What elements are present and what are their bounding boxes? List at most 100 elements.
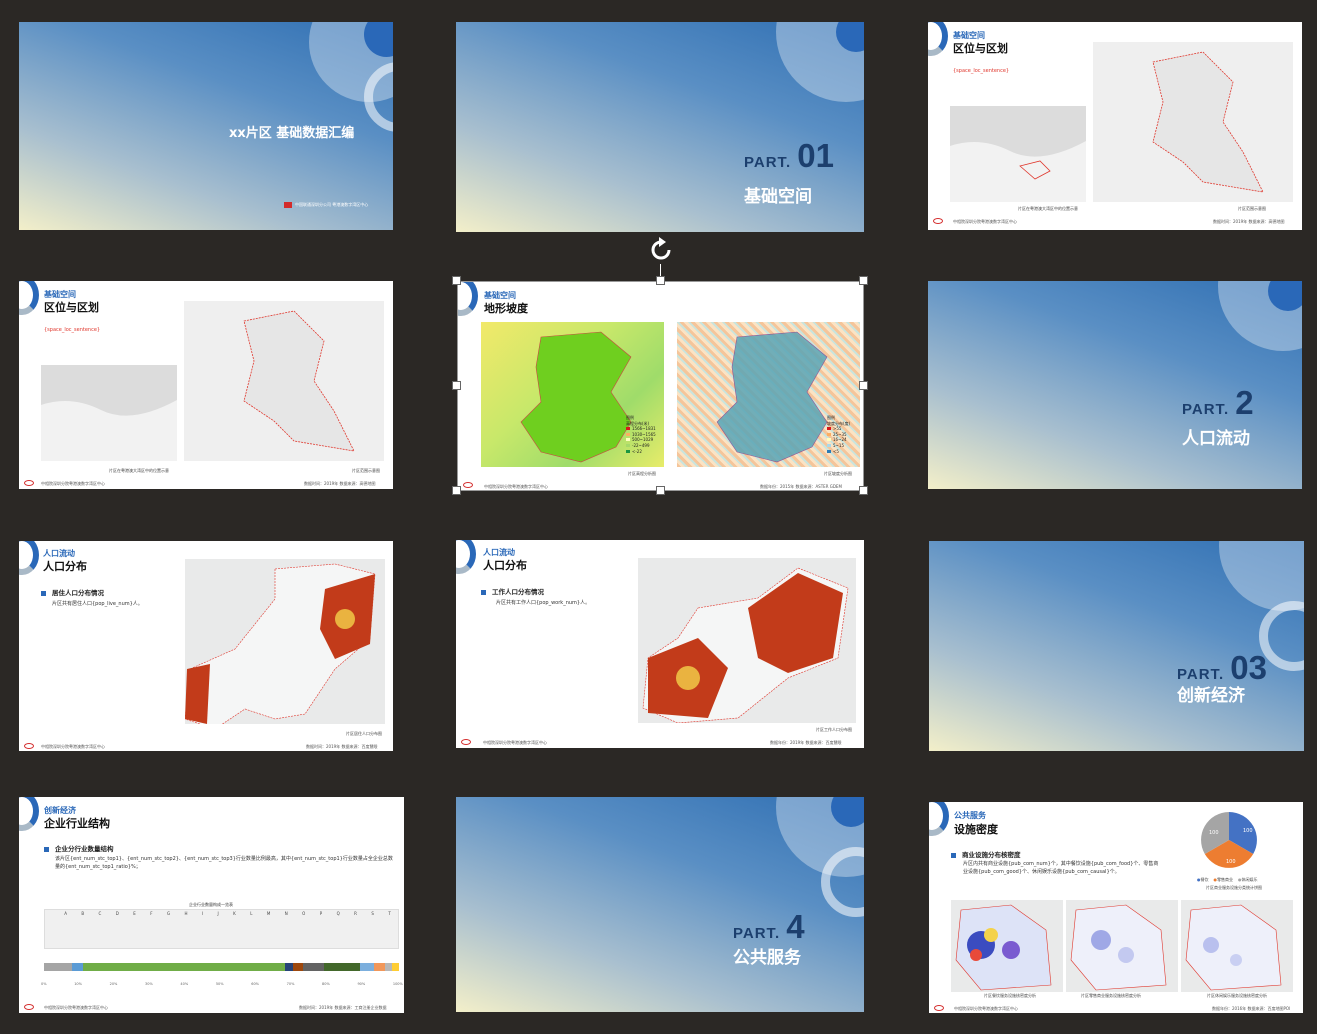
header-arc — [929, 802, 949, 836]
resize-handle-bc[interactable] — [656, 486, 665, 495]
axis-tick-label: 50% — [215, 982, 224, 986]
caption: 片区居住人口分布图 — [346, 731, 382, 736]
slide-3-thumbnail[interactable]: 基础空间 区位与区划 {space_loc_sentence} 片区在粤港澳大湾… — [928, 22, 1302, 230]
slide-12-thumbnail[interactable]: 公共服务 设施密度 商业设施分布核密度 片区内共有商业设施{pub_com_nu… — [929, 802, 1303, 1013]
header-arc — [19, 797, 39, 831]
footer-logo — [24, 480, 34, 486]
slide-10-thumbnail[interactable]: 创新经济 企业行业结构 企业分行业数量结构 该片区{ent_num_stc_to… — [19, 797, 404, 1013]
axis-tick-label: 0% — [41, 982, 47, 986]
table-column-header: H — [184, 911, 188, 916]
density-caption-leisure: 片区休闲娱乐服务设施核密度分析 — [1207, 993, 1267, 998]
resize-handle-bl[interactable] — [452, 486, 461, 495]
header-arc — [458, 282, 478, 316]
body-text: 片区共有工作人口{pop_work_num}人。 — [496, 600, 591, 606]
footer-logo — [933, 218, 943, 224]
cover-footer: 中国联通深圳分公司 粤港澳数字湾区中心 — [295, 202, 369, 207]
working-population-map — [638, 558, 856, 723]
resize-handle-br[interactable] — [859, 486, 868, 495]
footer-logo — [461, 739, 471, 745]
caption: 片区工作人口分布图 — [816, 727, 852, 732]
footer-right: 数据时间：2019年 数据来源：高德地图 — [1213, 219, 1285, 224]
gba-location-map — [41, 365, 177, 461]
axis-tick-label: 80% — [322, 982, 330, 986]
slide-title: 地形坡度 — [484, 302, 528, 315]
slide-title: 人口分布 — [43, 560, 87, 573]
footer-right: 数据时间：2019年 数据来源：工商注册企业数据 — [299, 1005, 387, 1010]
bar-axis: 0% 10% 20% 30% 40% 50% 60% 70% 80% 90% 100% — [41, 982, 403, 986]
resize-handle-tc[interactable] — [656, 276, 665, 285]
legend-item: <5 — [827, 449, 850, 455]
table-column-header: Q — [336, 911, 340, 916]
slide-6-thumbnail[interactable]: PART. 2 人口流动 — [928, 281, 1302, 489]
bullet-heading: 居住人口分布情况 — [41, 587, 104, 597]
table-column-header: B — [81, 911, 85, 916]
rotate-handle-icon[interactable] — [647, 236, 675, 264]
resize-handle-tl[interactable] — [452, 276, 461, 285]
footer-logo — [24, 743, 34, 749]
slide-2-thumbnail[interactable]: PART. 01 基础空间 — [456, 22, 864, 232]
bullet-heading: 商业设施分布核密度 — [951, 849, 1021, 859]
retail-density-map — [1066, 900, 1178, 992]
slide-5-thumbnail-selected[interactable]: 基础空间 地形坡度 图例 高程分布(米) 1566~1831 1030~1565… — [457, 281, 864, 491]
district-boundary-map — [184, 301, 384, 461]
caption-right: 片区坡度分析图 — [824, 471, 852, 476]
footer-right: 数据年份：2016年 数据来源：百度地图POI — [1212, 1006, 1291, 1011]
axis-tick-label: 90% — [357, 982, 366, 986]
caption-right: 片区范围示意图 — [352, 468, 380, 473]
part-name: 创新经济 — [1177, 686, 1245, 706]
placeholder-text: {space_loc_sentence} — [44, 327, 101, 333]
footer-logo — [24, 1004, 34, 1010]
slide-7-thumbnail[interactable]: 人口流动 人口分布 居住人口分布情况 片区共有居住人口{pop_live_num… — [19, 541, 393, 751]
axis-tick-label: 10% — [74, 982, 82, 986]
slide-title: 设施密度 — [954, 823, 998, 836]
table-column-header: S — [371, 911, 374, 916]
section-label: 公共服务 — [954, 811, 986, 820]
slide-1-thumbnail[interactable]: xx片区 基础数据汇编 中国联通深圳分公司 粤港澳数字湾区中心 — [19, 22, 393, 230]
slide-9-thumbnail[interactable]: PART. 03 创新经济 — [929, 541, 1304, 751]
placeholder-text: {space_loc_sentence} — [953, 68, 1010, 74]
cover-title: xx片区 基础数据汇编 — [229, 126, 355, 141]
footer-left: 中相院深圳分院粤港澳数字湾区中心 — [953, 219, 1017, 224]
density-caption-retail: 片区零售商业服务设施核密度分析 — [1081, 993, 1141, 998]
table-column-header: M — [266, 911, 271, 916]
table-column-header: A — [64, 911, 67, 916]
resize-handle-mr[interactable] — [859, 381, 868, 390]
resize-handle-tr[interactable] — [859, 276, 868, 285]
body-text: 片区内共有商业设施{pub_com_num}个，其中餐饮设施{pub_com_f… — [963, 861, 1159, 875]
footer-right: 数据年份：2019年 数据来源：百度慧眼 — [770, 740, 842, 745]
footer-left: 中相院深圳分院粤港澳数字湾区中心 — [41, 744, 105, 749]
pie-label: 100 — [1243, 828, 1253, 834]
header-arc — [19, 281, 39, 315]
pie-label: 100 — [1226, 859, 1236, 865]
table-title: 企业行业数量构成一览表 — [189, 902, 233, 907]
slide-11-thumbnail[interactable]: PART. 4 公共服务 — [456, 797, 864, 1012]
slide-8-thumbnail[interactable]: 人口流动 人口分布 工作人口分布情况 片区共有工作人口{pop_work_num… — [456, 540, 864, 748]
district-boundary-map — [1093, 42, 1293, 202]
part-name: 公共服务 — [733, 948, 801, 968]
resize-handle-ml[interactable] — [452, 381, 461, 390]
footer-right: 数据年份：2015年 数据来源：ASTER GDEM — [760, 484, 842, 489]
table-column-header: C — [98, 911, 102, 916]
footer-right: 数据时间：2019年 数据来源：百度慧眼 — [306, 744, 378, 749]
axis-tick-label: 20% — [109, 982, 118, 986]
footer-logo — [934, 1005, 944, 1011]
body-text: 该片区{ent_num_stc_top1}、{ent_num_stc_top2}… — [55, 856, 393, 870]
slide-4-thumbnail[interactable]: 基础空间 区位与区划 {space_loc_sentence} 片区在粤港澳大湾… — [19, 281, 393, 489]
table-column-header: D — [115, 911, 119, 916]
bullet-heading: 工作人口分布情况 — [481, 586, 544, 596]
cover-logo — [284, 202, 292, 208]
table-column-header: O — [302, 911, 306, 916]
table-column-header: F — [150, 911, 153, 916]
part-heading: PART. 4 — [733, 908, 805, 945]
table-column-header: I — [201, 911, 204, 916]
footer-left: 中相院深圳分院粤港澳数字湾区中心 — [44, 1005, 108, 1010]
table-column-header: K — [233, 911, 236, 916]
header-arc — [928, 22, 948, 56]
bullet-heading: 企业分行业数量结构 — [44, 843, 114, 853]
table-column-header: R — [354, 911, 357, 916]
axis-tick-label: 30% — [145, 982, 153, 986]
header-arc — [19, 541, 39, 575]
residential-population-map — [185, 559, 385, 724]
table-column-header: J — [217, 911, 219, 916]
leisure-density-map — [1181, 900, 1293, 992]
